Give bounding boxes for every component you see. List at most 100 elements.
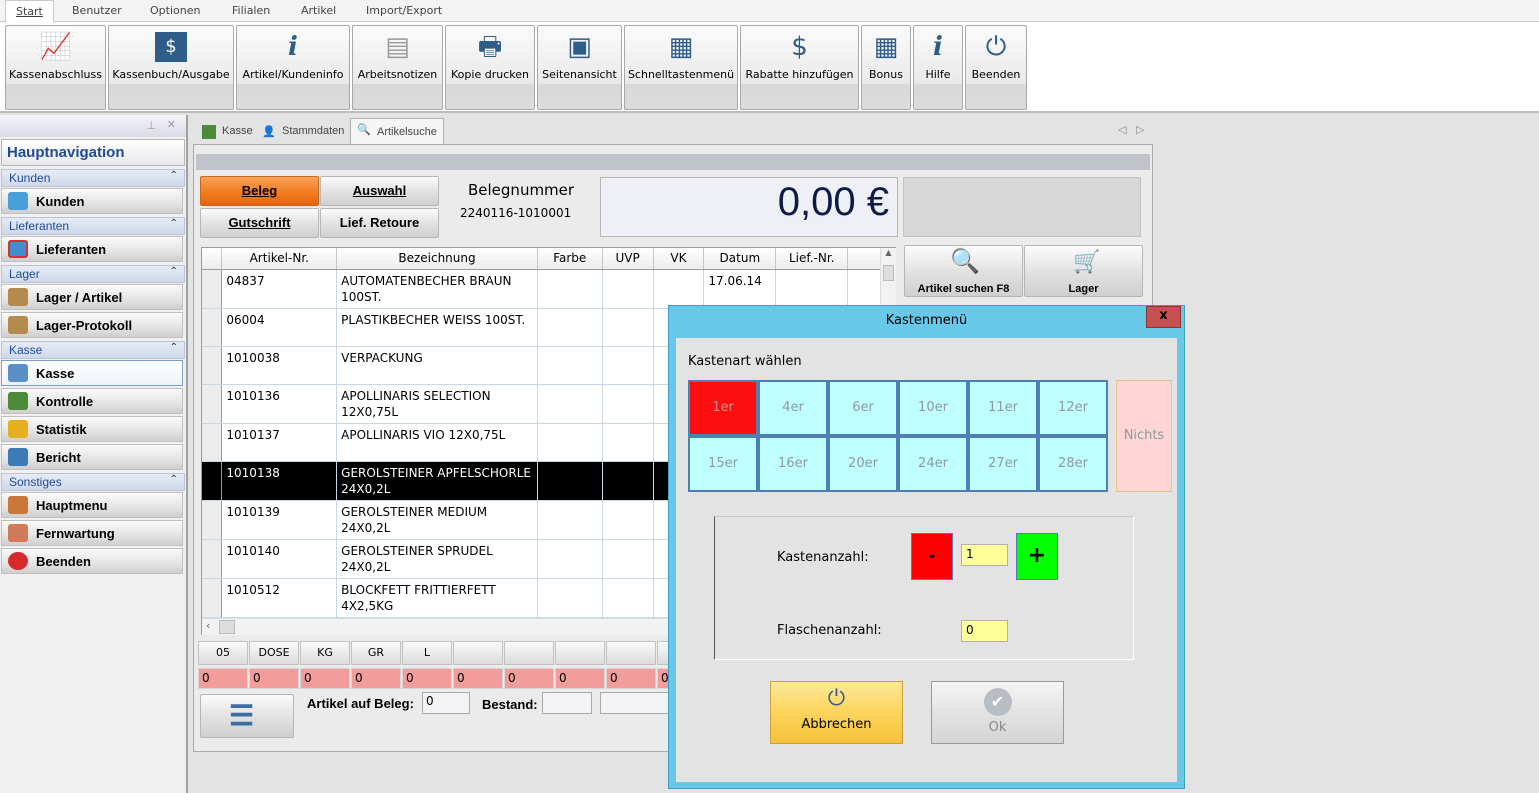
group-kunden[interactable]: Kunden ⌃ [1, 169, 185, 187]
kastenart-option[interactable]: 27er [968, 436, 1038, 492]
artikel-suchen-button[interactable]: 🔍 Artikel suchen F8 [904, 245, 1023, 297]
unit-button[interactable]: KG [300, 641, 350, 665]
group-kasse[interactable]: Kasse ⌃ [1, 341, 185, 359]
seitenansicht-button[interactable]: ▣ Seitenansicht [537, 25, 622, 110]
rabatte-button[interactable]: $ Rabatte hinzufügen [740, 25, 859, 110]
sidebar-item-kasse[interactable]: Kasse [1, 360, 183, 386]
column-header[interactable]: Farbe [537, 248, 603, 270]
table-cell [537, 578, 603, 618]
unit-button[interactable]: 05 [198, 641, 248, 665]
minus-button[interactable]: - [911, 533, 953, 580]
kastenart-option[interactable]: 28er [1038, 436, 1108, 492]
sidebar-item-lager-artikel[interactable]: Lager / Artikel [1, 284, 183, 310]
collapse-icon[interactable]: ⌃ [170, 474, 178, 485]
arbeitsnotizen-button[interactable]: ▤ Arbeitsnotizen [352, 25, 443, 110]
collapse-icon[interactable]: ⌃ [170, 342, 178, 353]
nichts-button[interactable]: Nichts [1116, 380, 1172, 492]
lief-retoure-button[interactable]: Lief. Retoure [320, 208, 439, 238]
sidebar-item-lager-protokoll[interactable]: Lager-Protokoll [1, 312, 183, 338]
bonus-button[interactable]: ▦ Bonus [861, 25, 911, 110]
sidebar-item-lieferanten[interactable]: Lieferanten [1, 236, 183, 262]
group-lieferanten[interactable]: Lieferanten ⌃ [1, 217, 185, 235]
menu-tab-optionen[interactable]: Optionen [140, 0, 210, 22]
tab-stammdaten[interactable]: 👤 Stammdaten [256, 121, 350, 143]
unit-button[interactable] [504, 641, 554, 665]
kastenanzahl-field[interactable]: 1 [961, 544, 1008, 566]
kastenart-option[interactable]: 6er [828, 380, 898, 436]
kopie-drucken-button[interactable]: 🖶 Kopie drucken [445, 25, 535, 110]
unit-button[interactable] [606, 641, 656, 665]
unit-button[interactable] [453, 641, 503, 665]
close-icon[interactable]: ✕ [167, 118, 176, 131]
sidebar-item-bericht[interactable]: Bericht [1, 444, 183, 470]
collapse-icon[interactable]: ⌃ [170, 266, 178, 277]
scroll-left-icon[interactable]: ‹ [206, 619, 210, 632]
column-header[interactable]: UVP [602, 248, 654, 270]
schnelltastenmenu-button[interactable]: ▦ Schnelltastenmenü [624, 25, 738, 110]
scroll-thumb[interactable] [219, 620, 235, 634]
beenden-button[interactable]: ⏻ Beenden [965, 25, 1027, 110]
lager-button[interactable]: 🛒 Lager [1024, 245, 1143, 297]
sidebar-item-beenden[interactable]: Beenden [1, 548, 183, 574]
list-view-button[interactable]: ☰ [200, 694, 294, 738]
gutschrift-button[interactable]: Gutschrift [200, 208, 319, 238]
menu-tab-import-export[interactable]: Import/Export [356, 0, 452, 22]
sidebar-item-fernwartung[interactable]: Fernwartung [1, 520, 183, 546]
close-button[interactable]: x [1146, 306, 1181, 328]
kastenart-option[interactable]: 10er [898, 380, 968, 436]
collapse-icon[interactable]: ⌃ [170, 218, 178, 229]
kastenart-option[interactable]: 15er [688, 436, 758, 492]
kundeninfo-button[interactable]: i Artikel/Kundeninfo [236, 25, 350, 110]
artikel-auf-beleg-field[interactable]: 0 [422, 692, 470, 714]
plus-button[interactable]: + [1016, 533, 1058, 580]
scroll-up-icon[interactable]: ▲ [881, 248, 896, 264]
tab-kasse[interactable]: Kasse [196, 121, 259, 143]
table-cell: BLOCKFETT FRITTIERFETT 4X2,5KG [336, 578, 538, 618]
pin-icon[interactable]: ⊥ [146, 119, 156, 132]
menu-tab-benutzer[interactable]: Benutzer [62, 0, 132, 22]
beleg-button[interactable]: Beleg [200, 176, 319, 206]
tab-scroll-right-icon[interactable]: ▷ [1136, 123, 1144, 136]
scroll-thumb[interactable] [883, 265, 894, 281]
tab-scroll-left-icon[interactable]: ◁ [1118, 123, 1126, 136]
kassenabschluss-button[interactable]: 📈 Kassenabschluss [5, 25, 106, 110]
auswahl-button[interactable]: Auswahl [320, 176, 439, 206]
column-header[interactable]: VK [653, 248, 705, 270]
unit-button[interactable]: L [402, 641, 452, 665]
group-sonstiges[interactable]: Sonstiges ⌃ [1, 473, 185, 491]
flaschenanzahl-field[interactable]: 0 [961, 620, 1008, 642]
kassenbuch-button[interactable]: $ Kassenbuch/Ausgabe [108, 25, 234, 110]
kastenart-option[interactable]: 12er [1038, 380, 1108, 436]
tab-artikelsuche[interactable]: 🔍 Artikelsuche [350, 118, 444, 144]
table-row[interactable]: 04837 AUTOMATENBECHER BRAUN 100ST. 17.06.1… [202, 269, 895, 309]
kastenart-option[interactable]: 24er [898, 436, 968, 492]
kastenart-option[interactable]: 20er [828, 436, 898, 492]
unit-button[interactable]: DOSE [249, 641, 299, 665]
ok-button[interactable]: ✔ Ok [931, 681, 1064, 744]
kastenart-option[interactable]: 16er [758, 436, 828, 492]
menu-tab-artikel[interactable]: Artikel [291, 0, 346, 22]
column-header[interactable]: Bezeichnung [336, 248, 538, 270]
unit-button[interactable] [555, 641, 605, 665]
kastenart-option[interactable]: 1er [688, 380, 758, 436]
bestand-field[interactable] [542, 692, 592, 714]
unit-button[interactable]: GR [351, 641, 401, 665]
sidebar-item-kunden[interactable]: Kunden [1, 188, 183, 214]
sidebar-item-statistik[interactable]: Statistik [1, 416, 183, 442]
abbrechen-button[interactable]: ⏻ Abbrechen [770, 681, 903, 744]
menu-tab-start[interactable]: Start [5, 0, 54, 23]
hilfe-button[interactable]: i Hilfe [913, 25, 963, 110]
collapse-icon[interactable]: ⌃ [170, 170, 178, 181]
sidebar-item-kontrolle[interactable]: Kontrolle [1, 388, 183, 414]
kastenart-option[interactable]: 4er [758, 380, 828, 436]
column-header[interactable]: Lief.-Nr. [775, 248, 849, 270]
extra-field[interactable] [600, 692, 670, 714]
menu-tab-filialen[interactable]: Filialen [222, 0, 280, 22]
column-header[interactable]: Artikel-Nr. [221, 248, 338, 270]
kastenart-option[interactable]: 11er [968, 380, 1038, 436]
sidebar-item-hauptmenu[interactable]: Hauptmenu [1, 492, 183, 518]
power-icon: ⏻ [827, 686, 846, 711]
group-lager[interactable]: Lager ⌃ [1, 265, 185, 283]
button-label: Schnelltastenmenü [627, 68, 735, 81]
column-header[interactable]: Datum [703, 248, 777, 270]
